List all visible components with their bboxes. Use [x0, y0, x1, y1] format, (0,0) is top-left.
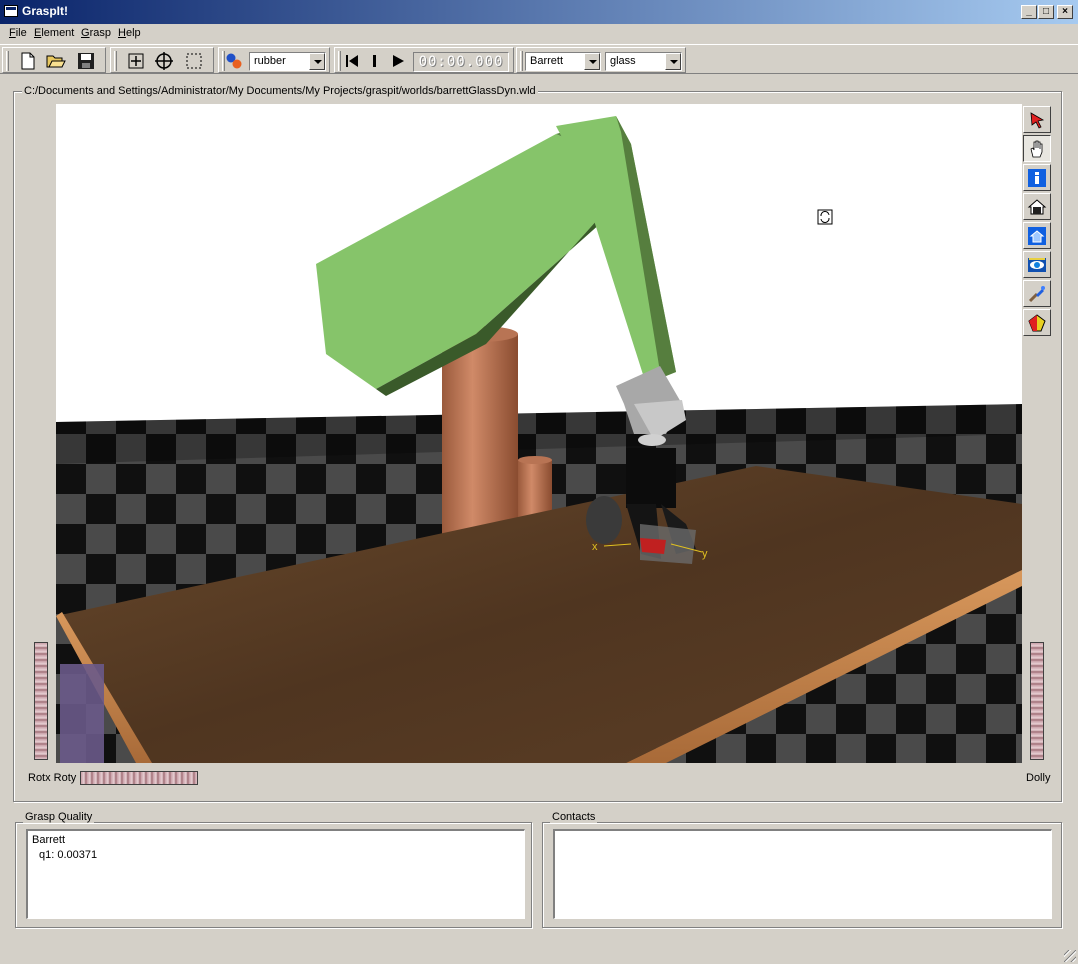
post-top: [518, 456, 552, 464]
translate-tool-icon[interactable]: [125, 51, 147, 71]
file-toolbar: [2, 47, 106, 73]
object-select[interactable]: glass: [605, 52, 682, 71]
tools-toolbar: [110, 47, 214, 73]
select-box-icon[interactable]: [183, 51, 205, 71]
quality-hand-line: Barrett: [32, 834, 66, 846]
set-home-icon[interactable]: [1023, 222, 1051, 249]
open-folder-icon[interactable]: [45, 51, 67, 71]
dynamics-toolbar: 00:00.000: [334, 47, 514, 73]
hand-pan-icon[interactable]: [1023, 135, 1051, 162]
rotx-wheel[interactable]: [34, 642, 48, 760]
home-icon[interactable]: [1023, 193, 1051, 220]
menu-file[interactable]: File: [9, 27, 27, 39]
maximize-button[interactable]: □: [1038, 5, 1054, 19]
menu-help[interactable]: Help: [118, 27, 141, 39]
toolbar: rubber 00:00.000 Barrett glass: [0, 44, 1078, 74]
material-toolbar: rubber: [218, 47, 330, 73]
scene-viewer[interactable]: x y: [56, 104, 1022, 763]
toolbar-grip[interactable]: [6, 51, 9, 71]
play-icon[interactable]: [387, 51, 409, 71]
window-title: GraspIt!: [22, 4, 69, 18]
quality-q1-line: q1: 0.00371: [39, 849, 98, 861]
dolly-wheel[interactable]: [1030, 642, 1044, 760]
pick-arrow-icon[interactable]: [1023, 106, 1051, 133]
material-icon: [223, 51, 245, 71]
scene-render[interactable]: x y: [56, 104, 1022, 763]
toolbar-grip[interactable]: [520, 51, 523, 71]
view-all-icon[interactable]: [1023, 251, 1051, 278]
menu-element[interactable]: Element: [34, 27, 74, 39]
seek-icon[interactable]: [1023, 280, 1051, 307]
chevron-down-icon[interactable]: [584, 53, 600, 70]
rot-wheel-label: Rotx Roty: [28, 772, 77, 784]
axis-x-label: x: [592, 541, 598, 553]
dolly-wheel-label: Dolly: [1026, 772, 1051, 784]
new-file-icon[interactable]: [17, 51, 39, 71]
app-icon: [4, 5, 18, 17]
resize-grip[interactable]: [1064, 950, 1076, 962]
roty-wheel[interactable]: [80, 771, 198, 785]
rotate-cursor-icon: [817, 209, 833, 225]
chevron-down-icon[interactable]: [665, 53, 681, 70]
axis-y-label: y: [702, 548, 708, 560]
pause-icon[interactable]: [363, 51, 385, 71]
close-button[interactable]: ×: [1057, 5, 1073, 19]
world-path: C:/Documents and Settings/Administrator/…: [22, 85, 538, 97]
menu-grasp[interactable]: Grasp: [81, 27, 111, 39]
menu-bar: File Element Grasp Help: [0, 24, 1078, 43]
grasp-quality-output[interactable]: Barrett q1: 0.00371: [26, 829, 525, 919]
grasp-quality-title: Grasp Quality: [23, 811, 95, 823]
hand-toolbar: Barrett glass: [516, 47, 686, 73]
material-select[interactable]: rubber: [249, 52, 326, 71]
rotate-tool-icon[interactable]: [153, 51, 175, 71]
chevron-down-icon[interactable]: [309, 53, 325, 70]
hand-select[interactable]: Barrett: [525, 52, 601, 71]
minimize-button[interactable]: _: [1021, 5, 1037, 19]
toolbar-grip[interactable]: [114, 51, 117, 71]
perspective-icon[interactable]: [1023, 309, 1051, 336]
info-icon[interactable]: [1023, 164, 1051, 191]
title-bar: GraspIt! _ □ ×: [0, 0, 1078, 24]
dynamics-timer: 00:00.000: [413, 52, 509, 72]
contacts-output[interactable]: [553, 829, 1052, 919]
reset-dynamics-icon[interactable]: [341, 51, 363, 71]
contacts-title: Contacts: [550, 811, 598, 823]
save-icon[interactable]: [75, 51, 97, 71]
